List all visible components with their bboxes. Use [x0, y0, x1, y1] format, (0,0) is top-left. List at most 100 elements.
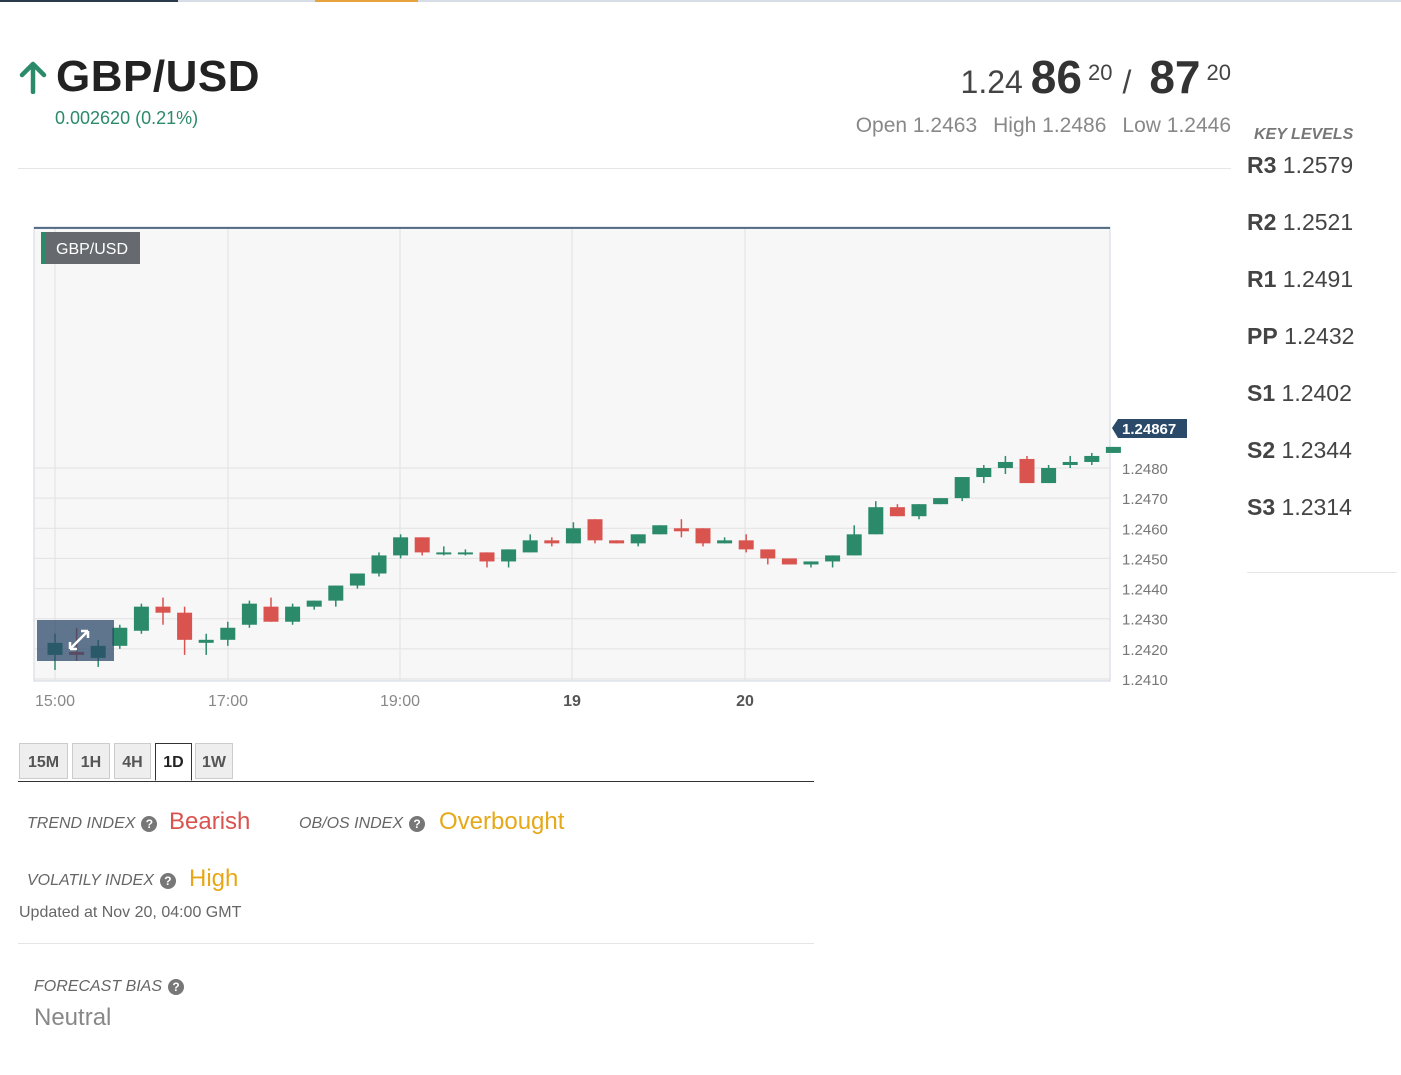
candle-body	[673, 528, 689, 532]
candle-body	[393, 537, 409, 556]
candle-body	[997, 461, 1013, 468]
candle	[781, 558, 797, 565]
candle	[587, 519, 603, 544]
tab-1h[interactable]: 1H	[72, 743, 110, 779]
candle-body	[414, 537, 430, 553]
help-icon[interactable]: ?	[409, 816, 426, 832]
candle-body	[133, 606, 149, 631]
y-tick-label: 1.2480	[1122, 461, 1168, 478]
candle-body	[328, 585, 344, 601]
trend-index-value: Bearish	[169, 808, 251, 835]
obos-index-value: Overbought	[439, 808, 565, 835]
bid-prefix: 1.24	[960, 64, 1023, 100]
open-high-low: Open 1.2463 High 1.2486 Low 1.2446	[856, 114, 1231, 138]
candle-body	[609, 540, 625, 544]
ask-pips: 87	[1149, 51, 1201, 103]
candle	[371, 552, 387, 577]
key-level-s2: S2 1.2344	[1247, 437, 1352, 463]
key-level-r1: R1 1.2491	[1247, 266, 1354, 292]
candle-body	[349, 573, 365, 586]
candle-body	[846, 534, 862, 556]
forecast-bias-label: FORECAST BIAS?	[34, 978, 185, 996]
last-price-text: 1.24867	[1122, 421, 1176, 438]
trend-index-label: TREND INDEX?	[27, 815, 158, 833]
help-icon[interactable]: ?	[141, 816, 158, 832]
x-tick-label: 20	[736, 693, 754, 710]
last-price-tag: 1.24867	[1112, 419, 1187, 438]
price-chart[interactable]: 1.2410 1.2420 1.2430 1.2440 1.2450 1.2460 1.24…	[0, 200, 1240, 720]
obos-index-label: OB/OS INDEX?	[299, 815, 426, 833]
key-level-s1: S1 1.2402	[1247, 380, 1352, 406]
top-progress-line	[0, 0, 1401, 2]
candle-body	[436, 552, 452, 555]
y-tick-label: 1.2440	[1122, 582, 1168, 599]
candle-body	[263, 606, 279, 622]
candle-body	[1041, 468, 1057, 484]
candle-body	[933, 498, 949, 505]
candle-body	[371, 555, 387, 574]
x-tick-label: 19:00	[380, 693, 420, 710]
candle-body	[544, 540, 560, 544]
candle	[954, 477, 970, 502]
tab-1d[interactable]: 1D	[155, 743, 192, 781]
candlestick-chart-svg[interactable]: 1.2410 1.2420 1.2430 1.2440 1.2450 1.2460 1.24…	[0, 200, 1240, 720]
key-level-r3: R3 1.2579	[1247, 152, 1354, 178]
candle	[285, 603, 301, 625]
candle-body	[565, 528, 581, 544]
candle-body	[112, 627, 128, 646]
candle	[133, 603, 149, 634]
candle-body	[522, 540, 538, 553]
candle-body	[285, 606, 301, 622]
candle-body	[306, 600, 322, 607]
candle-body	[976, 468, 992, 478]
key-levels-divider	[1247, 572, 1397, 573]
expand-chart-button[interactable]	[37, 620, 114, 661]
candle-body	[479, 552, 495, 562]
x-tick-label: 15:00	[35, 693, 75, 710]
y-tick-label: 1.2410	[1122, 672, 1168, 689]
candle-body	[177, 612, 193, 640]
tab-4h[interactable]: 4H	[114, 743, 151, 779]
timeframe-tabs: 15M 1H 4H 1D 1W	[18, 743, 814, 782]
key-level-r2: R2 1.2521	[1247, 209, 1354, 235]
ask-fraction: 20	[1206, 60, 1231, 85]
arrow-up-icon	[19, 61, 47, 94]
candle	[1105, 446, 1121, 453]
candle	[933, 498, 949, 505]
help-icon[interactable]: ?	[168, 979, 185, 995]
candle-body	[868, 507, 884, 535]
candle-body	[457, 552, 473, 555]
candle-body	[825, 555, 841, 562]
top-line-segment-dark	[0, 0, 178, 2]
candle	[241, 600, 257, 628]
candle-body	[241, 603, 257, 625]
candle-body	[501, 549, 517, 562]
quote-separator: /	[1122, 64, 1132, 100]
volatility-index-label: VOLATILY INDEX?	[27, 872, 176, 890]
candle-body	[803, 561, 819, 565]
bid-fraction: 20	[1087, 60, 1113, 85]
help-icon[interactable]: ?	[159, 873, 176, 889]
candle-body	[1019, 458, 1035, 484]
y-tick-label: 1.2420	[1122, 642, 1168, 659]
candle-body	[220, 627, 236, 640]
pair-heading: GBP/USD	[18, 52, 260, 102]
y-tick-label: 1.2470	[1122, 491, 1168, 508]
key-level-pp: PP 1.2432	[1247, 323, 1355, 349]
candle-body	[155, 606, 171, 613]
tab-1w[interactable]: 1W	[195, 743, 233, 779]
indices-divider	[18, 943, 814, 944]
top-line-segment-accent	[315, 0, 418, 2]
key-level-s3: S3 1.2314	[1247, 494, 1352, 520]
candle-body	[630, 534, 646, 544]
updated-timestamp: Updated at Nov 20, 04:00 GMT	[19, 904, 242, 921]
tab-15m[interactable]: 15M	[19, 743, 68, 779]
volatility-index-value: High	[189, 865, 239, 892]
open-value: Open 1.2463	[855, 114, 978, 137]
candle-body	[652, 525, 668, 535]
forecast-bias-value: Neutral	[34, 1004, 112, 1031]
bid-pips: 86	[1030, 51, 1082, 103]
chart-legend: GBP/USD	[41, 232, 140, 264]
candle-body	[738, 540, 754, 550]
candle	[393, 534, 409, 559]
